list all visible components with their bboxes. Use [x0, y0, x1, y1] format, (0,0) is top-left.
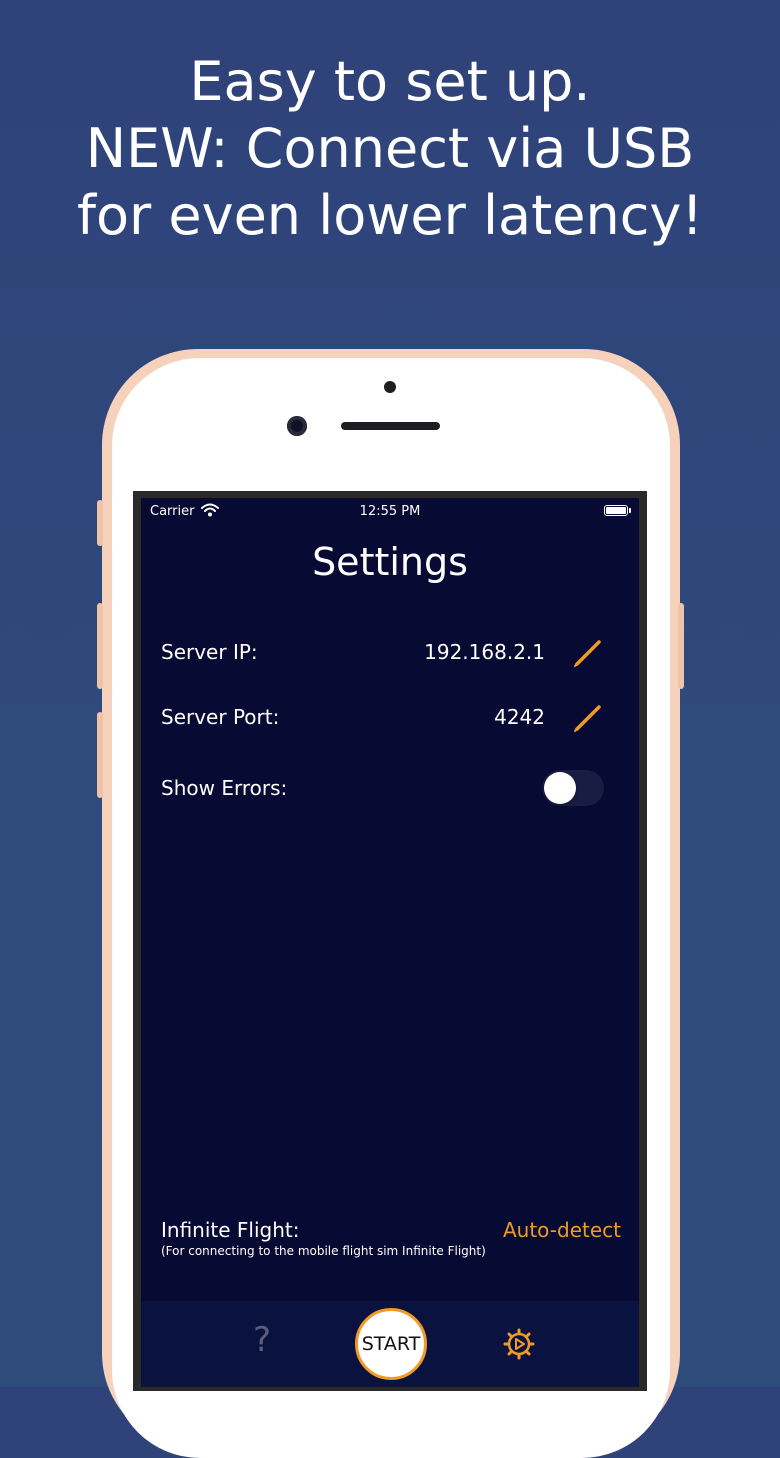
pencil-icon[interactable] [572, 638, 604, 668]
show-errors-toggle[interactable] [542, 770, 604, 806]
toggle-knob [544, 772, 576, 804]
front-camera [287, 416, 307, 436]
power-button [678, 603, 684, 689]
start-button[interactable]: START [355, 1308, 427, 1380]
help-button[interactable]: ? [249, 1320, 275, 1360]
battery-icon [604, 505, 628, 516]
volume-up-button [97, 603, 103, 689]
gear-icon[interactable] [503, 1328, 535, 1360]
proximity-sensor [384, 381, 396, 393]
headline-line-2: NEW: Connect via USB [85, 117, 695, 180]
mute-switch [97, 500, 103, 546]
server-ip-value[interactable]: 192.168.2.1 [424, 640, 545, 664]
battery-nub [629, 508, 631, 513]
promo-headline: Easy to set up. NEW: Connect via USB for… [0, 48, 780, 249]
status-time: 12:55 PM [359, 504, 421, 519]
server-port-value[interactable]: 4242 [494, 705, 545, 729]
headline-line-3: for even lower latency! [76, 184, 703, 247]
auto-detect-button[interactable]: Auto-detect [503, 1218, 621, 1242]
status-bar: Carrier 12:55 PM [141, 498, 639, 526]
earpiece-speaker [341, 422, 440, 430]
server-port-label: Server Port: [161, 705, 280, 729]
volume-down-button [97, 712, 103, 798]
server-ip-label: Server IP: [161, 640, 258, 664]
infinite-flight-label: Infinite Flight: [161, 1218, 300, 1242]
start-label: START [361, 1333, 421, 1355]
headline-line-1: Easy to set up. [189, 50, 591, 113]
page-title: Settings [312, 540, 468, 584]
app-screen: Carrier 12:55 PM Settings Server IP: 192… [141, 498, 639, 1387]
infinite-flight-note: (For connecting to the mobile flight sim… [161, 1244, 486, 1258]
show-errors-label: Show Errors: [161, 776, 288, 800]
pencil-icon[interactable] [572, 703, 604, 733]
